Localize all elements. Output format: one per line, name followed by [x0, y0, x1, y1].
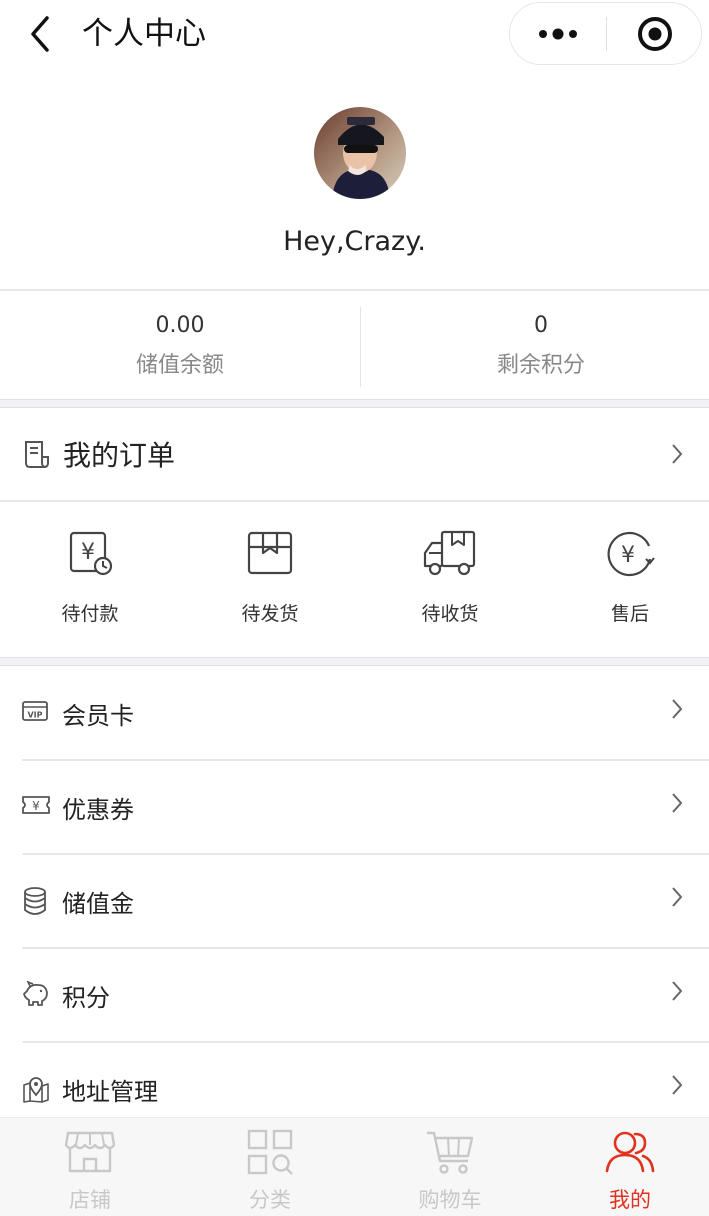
coupon-icon: ¥	[22, 796, 50, 814]
menu-item-stored-value[interactable]: 储值金	[0, 854, 709, 948]
pending-receipt-label: 待收货	[421, 603, 479, 625]
my-orders-row[interactable]: 我的订单	[0, 409, 709, 502]
after-sales-icon: ¥	[607, 531, 655, 577]
stored-balance-stat[interactable]: 0.00 储值余额	[0, 311, 360, 381]
mini-program-capsule	[509, 2, 702, 65]
chevron-right-icon	[672, 793, 683, 813]
points-stat[interactable]: 0 剩余积分	[361, 311, 709, 381]
user-icon	[605, 1131, 655, 1173]
chevron-right-icon	[672, 887, 683, 907]
tab-label: 我的	[609, 1188, 651, 1212]
cart-icon	[427, 1131, 474, 1174]
map-pin-icon	[23, 1077, 49, 1103]
chevron-right-icon	[672, 981, 683, 1001]
menu-item-vip-card[interactable]: VIP 会员卡	[0, 666, 709, 760]
svg-text:¥: ¥	[81, 540, 95, 565]
bottom-tab-bar: 店铺 分类 购物车 我的	[0, 1117, 709, 1216]
svg-text:VIP: VIP	[27, 711, 42, 720]
pending-payment-button[interactable]: ¥ 待付款	[0, 529, 180, 626]
points-value: 0	[534, 313, 548, 338]
after-sales-label: 售后	[610, 603, 649, 625]
chevron-left-icon	[31, 16, 49, 52]
tab-label: 购物车	[418, 1188, 482, 1212]
pending-shipment-button[interactable]: 待发货	[180, 529, 360, 626]
tab-cart[interactable]: 购物车	[360, 1126, 540, 1214]
coin-stack-icon	[24, 887, 46, 915]
category-icon	[247, 1129, 293, 1175]
avatar[interactable]	[314, 107, 406, 199]
account-stats: 0.00 储值余额 0 剩余积分	[0, 289, 709, 400]
svg-text:¥: ¥	[32, 799, 40, 813]
more-dots-icon	[539, 28, 577, 39]
menu-label: 积分	[62, 984, 110, 1012]
username: Hey,Crazy.	[283, 226, 426, 257]
stored-balance-label: 储值余额	[135, 353, 224, 378]
menu-label: 储值金	[62, 890, 134, 918]
tab-mine[interactable]: 我的	[540, 1126, 709, 1214]
tab-store[interactable]: 店铺	[0, 1126, 180, 1214]
menu-label: 会员卡	[62, 702, 134, 730]
section-gap	[0, 399, 709, 408]
piggy-bank-icon	[23, 981, 48, 1006]
pending-receipt-button[interactable]: 待收货	[360, 529, 540, 626]
after-sales-button[interactable]: ¥ 售后	[540, 529, 709, 626]
avatar-image	[314, 107, 406, 199]
back-button[interactable]	[20, 12, 60, 56]
my-orders-title: 我的订单	[63, 439, 176, 472]
close-mini-program-button[interactable]	[607, 3, 702, 64]
pending-shipment-icon	[247, 531, 293, 575]
menu-item-coupons[interactable]: ¥ 优惠券	[0, 760, 709, 854]
vip-card-icon: VIP	[22, 701, 48, 721]
menu-item-points[interactable]: 积分	[0, 948, 709, 1042]
section-gap	[0, 657, 709, 666]
chevron-right-icon	[672, 699, 683, 719]
menu-label: 地址管理	[62, 1078, 158, 1106]
target-close-icon	[637, 16, 672, 51]
more-button[interactable]	[510, 3, 606, 64]
stored-balance-value: 0.00	[155, 313, 205, 338]
tab-label: 分类	[249, 1188, 291, 1212]
order-status-shortcuts: ¥ 待付款 待发货 待收货 ¥ 售后	[0, 503, 709, 657]
pending-shipment-label: 待发货	[241, 603, 299, 625]
divider	[0, 500, 709, 502]
chevron-right-icon	[672, 1075, 683, 1095]
menu-label: 优惠券	[62, 796, 134, 824]
points-label: 剩余积分	[496, 353, 585, 378]
svg-text:¥: ¥	[621, 543, 635, 568]
top-nav-bar: 个人中心	[0, 0, 709, 70]
page-title: 个人中心	[82, 16, 206, 52]
chevron-right-icon	[672, 444, 683, 464]
pending-payment-label: 待付款	[61, 603, 119, 625]
tab-label: 店铺	[69, 1188, 111, 1212]
pending-receipt-icon	[423, 530, 476, 576]
tab-category[interactable]: 分类	[180, 1126, 360, 1214]
pending-payment-icon: ¥	[69, 531, 113, 576]
receipt-icon	[25, 441, 49, 468]
store-icon	[64, 1131, 116, 1173]
